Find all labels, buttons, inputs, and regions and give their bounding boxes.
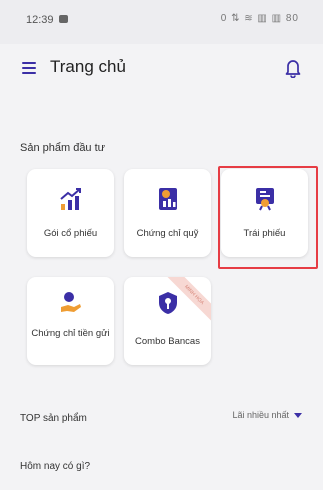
status-bar: 12:39 0 ⇅ ≋ ▥ ▥ 80 [0, 0, 323, 44]
bancas-combo-icon [158, 292, 177, 314]
product-card-stock-package[interactable]: Gói cổ phiếu [27, 169, 114, 257]
today-section-title: Hôm nay có gì? [20, 461, 91, 472]
selected-highlight-box [218, 166, 318, 269]
investment-products-title: Sản phẩm đầu tư [20, 142, 106, 154]
product-label: Gói cổ phiếu [43, 228, 98, 239]
app-header: Trang chủ [0, 44, 323, 96]
product-card-combo-bancas[interactable]: MINH HỌA Combo Bancas [124, 277, 211, 365]
sort-label: Lãi nhiều nhất [232, 410, 289, 420]
product-label: Chứng chỉ quỹ [136, 228, 199, 239]
product-card-deposit-certificate[interactable]: Chứng chỉ tiền gửi [27, 277, 114, 365]
stock-growth-icon [59, 188, 81, 210]
status-icons: 0 ⇅ ≋ ▥ ▥ 80 [220, 13, 299, 24]
product-card-fund-certificate[interactable]: Chứng chỉ quỹ [124, 169, 211, 257]
top-products-title: TOP sản phẩm [20, 413, 87, 424]
page-title: Trang chủ [50, 57, 126, 76]
sort-dropdown[interactable]: Lãi nhiều nhất [232, 410, 302, 420]
screen-record-icon [59, 15, 68, 23]
deposit-certificate-icon [60, 292, 81, 312]
chevron-down-icon [294, 413, 302, 419]
product-label: Chứng chỉ tiền gửi [31, 328, 110, 339]
notification-bell-icon[interactable] [285, 58, 301, 78]
fund-certificate-icon [158, 188, 177, 210]
status-time: 12:39 [26, 14, 54, 26]
product-label: Combo Bancas [135, 336, 200, 347]
menu-icon[interactable] [22, 62, 36, 74]
